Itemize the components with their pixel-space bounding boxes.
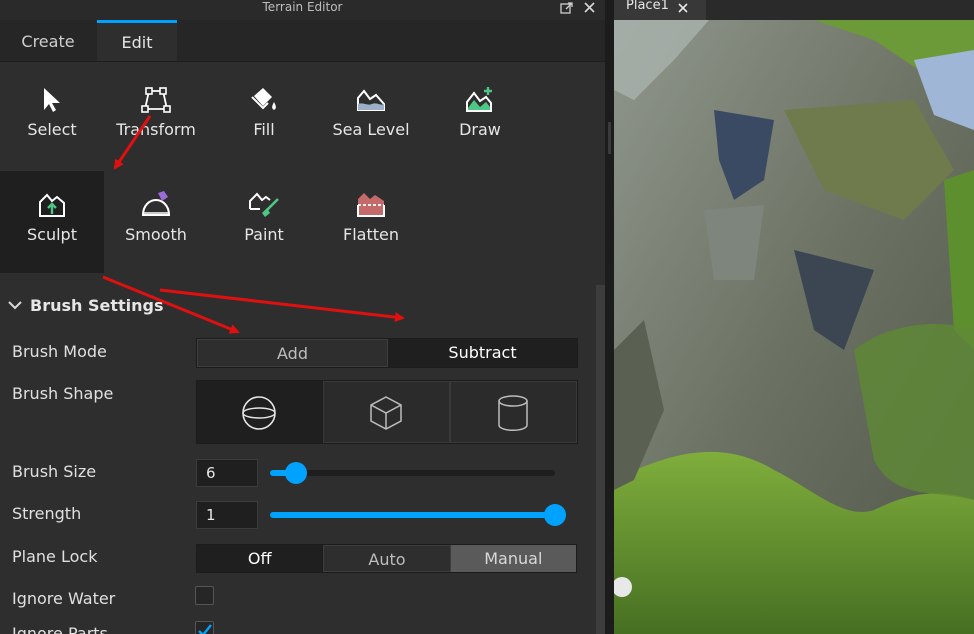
sculpt-icon <box>39 193 65 217</box>
tool-sculpt-button[interactable]: Sculpt <box>0 171 104 273</box>
tool-label: Draw <box>459 120 501 139</box>
plane-lock-off[interactable]: Off <box>197 545 324 572</box>
smooth-icon <box>141 191 171 216</box>
plane-lock-toggle: Off Auto Manual <box>196 544 577 573</box>
tool-label: Flatten <box>343 225 399 244</box>
viewport-tab-bar: Place1 <box>614 0 974 20</box>
ignore-parts-checkbox[interactable] <box>195 621 214 634</box>
tool-fill-button[interactable]: Fill <box>212 66 316 170</box>
tool-label: Smooth <box>125 225 187 244</box>
tab-create[interactable]: Create <box>0 20 96 61</box>
brush-shape-cylinder-button[interactable] <box>450 381 577 443</box>
panel-titlebar: Terrain Editor <box>0 0 605 20</box>
section-title: Brush Settings <box>30 296 164 315</box>
undock-icon[interactable] <box>559 0 575 16</box>
transform-icon <box>141 87 171 113</box>
chevron-down-icon <box>8 301 22 310</box>
draw-terrain-icon <box>466 87 492 112</box>
brush-size-slider[interactable] <box>270 462 555 484</box>
strength-slider[interactable] <box>270 504 566 526</box>
3d-viewport[interactable]: Place1 <box>614 0 974 634</box>
brush-shape-selector <box>196 380 578 444</box>
panel-scrollbar[interactable] <box>596 285 605 634</box>
ignore-water-checkbox[interactable] <box>195 586 214 605</box>
brush-mode-add[interactable]: Add <box>197 339 388 367</box>
tool-smooth-button[interactable]: Smooth <box>104 171 208 275</box>
brush-mode-toggle: Add Subtract <box>196 338 578 368</box>
brush-shape-sphere-button[interactable] <box>197 381 323 443</box>
panel-title: Terrain Editor <box>262 0 343 14</box>
flatten-icon <box>357 193 385 217</box>
checkmark-icon <box>198 624 212 634</box>
plane-lock-auto[interactable]: Auto <box>323 545 451 572</box>
select-arrow-icon <box>44 88 60 112</box>
terrain-scene[interactable] <box>614 20 974 634</box>
tool-transform-button[interactable]: Transform <box>104 66 208 170</box>
brush-mode-label: Brush Mode <box>12 342 107 361</box>
tab-edit[interactable]: Edit <box>97 20 177 61</box>
tool-flatten-button[interactable]: Flatten <box>319 171 423 275</box>
strength-input[interactable]: 1 <box>196 501 258 529</box>
cylinder-icon <box>498 395 528 431</box>
sphere-icon <box>242 396 276 430</box>
tool-label: Sea Level <box>332 120 410 139</box>
slider-thumb[interactable] <box>544 504 566 526</box>
cube-icon <box>370 396 402 430</box>
tool-label: Fill <box>253 120 275 139</box>
plane-lock-label: Plane Lock <box>12 547 98 566</box>
ignore-parts-label: Ignore Parts <box>12 624 108 634</box>
fill-bucket-icon <box>251 88 276 110</box>
slider-thumb[interactable] <box>285 462 307 484</box>
ignore-water-label: Ignore Water <box>12 589 116 608</box>
brush-shape-cube-button[interactable] <box>323 381 450 443</box>
close-tab-icon[interactable] <box>677 2 689 14</box>
brush-size-input[interactable]: 6 <box>196 459 258 487</box>
close-icon[interactable] <box>582 0 598 16</box>
sea-level-icon <box>357 89 385 111</box>
strength-label: Strength <box>12 504 82 523</box>
scrollbar-thumb[interactable] <box>596 285 605 634</box>
tool-draw-button[interactable]: Draw <box>428 66 532 170</box>
terrain-editor-panel: Terrain Editor Create Edit Select Transf… <box>0 0 605 634</box>
panel-divider[interactable] <box>605 0 614 634</box>
tool-label: Paint <box>244 225 284 244</box>
tool-label: Transform <box>116 120 196 139</box>
paint-brush-icon <box>249 192 279 217</box>
brush-settings-header[interactable]: Brush Settings <box>0 290 596 322</box>
slider-fill <box>270 512 555 518</box>
viewport-tab-place1[interactable]: Place1 <box>614 0 706 20</box>
tool-select-button[interactable]: Select <box>0 66 104 170</box>
plane-lock-manual[interactable]: Manual <box>450 545 576 572</box>
tool-label: Sculpt <box>27 225 77 244</box>
tab-bar: Create Edit <box>0 20 605 62</box>
tool-label: Select <box>27 120 77 139</box>
tool-sea-level-button[interactable]: Sea Level <box>319 66 423 170</box>
tool-paint-button[interactable]: Paint <box>212 171 316 275</box>
viewport-tab-label: Place1 <box>626 0 669 13</box>
divider-grip[interactable] <box>608 122 611 154</box>
brush-shape-label: Brush Shape <box>12 384 114 403</box>
brush-size-label: Brush Size <box>12 462 97 481</box>
brush-mode-subtract[interactable]: Subtract <box>388 339 577 367</box>
